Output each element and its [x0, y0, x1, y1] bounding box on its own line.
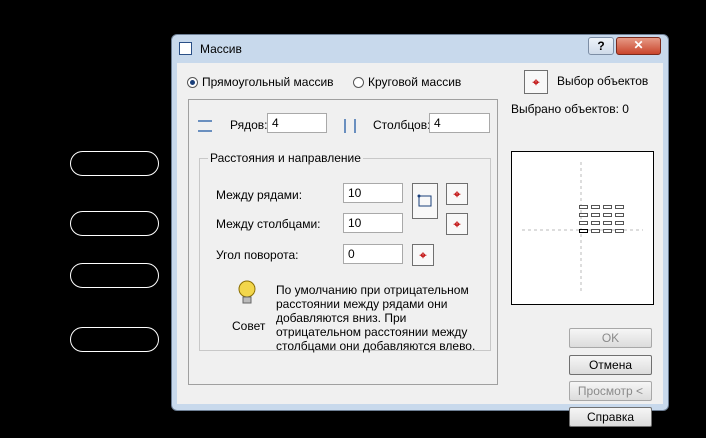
- array-preview: [511, 151, 654, 305]
- col-spacing-label: Между столбцами:: [216, 217, 321, 231]
- select-objects-button[interactable]: ⌖: [524, 70, 548, 94]
- array-dialog: Массив ? ✕ Прямоугольный массив Круговой…: [171, 34, 669, 427]
- preview-cell: [591, 213, 600, 217]
- preview-cell: [579, 213, 588, 217]
- angle-label: Угол поворота:: [216, 248, 299, 262]
- title-bar[interactable]: Массив ? ✕: [172, 35, 668, 61]
- preview-cell: [579, 229, 588, 233]
- cancel-button[interactable]: Отмена: [569, 355, 652, 375]
- columns-input[interactable]: [429, 113, 490, 133]
- preview-cell: [603, 221, 612, 225]
- preview-cell: [615, 213, 624, 217]
- radio-rectangular-label: Прямоугольный массив: [202, 75, 334, 89]
- help-title-button[interactable]: ?: [588, 37, 614, 55]
- radio-rectangular[interactable]: Прямоугольный массив: [187, 75, 334, 89]
- pick-both-offsets-button[interactable]: [412, 183, 438, 219]
- dialog-title: Массив: [200, 42, 242, 56]
- pick-row-offset-button[interactable]: ⌖: [446, 183, 468, 205]
- rows-icon: [198, 120, 212, 132]
- ok-button[interactable]: OK: [569, 328, 652, 348]
- row-spacing-label: Между рядами:: [216, 188, 303, 202]
- drawing-slot-shape: [70, 151, 159, 176]
- col-spacing-input[interactable]: [343, 213, 403, 233]
- selected-count: Выбрано объектов: 0: [511, 102, 629, 116]
- pick-cursor-icon: ⌖: [419, 248, 427, 262]
- pick-cursor-icon: ⌖: [453, 187, 461, 201]
- columns-label: Столбцов:: [373, 118, 431, 132]
- radio-dot-selected[interactable]: [187, 76, 198, 88]
- select-objects-label: Выбор объектов: [557, 74, 649, 88]
- pick-cursor-icon: ⌖: [453, 217, 461, 231]
- array-app-icon: [179, 42, 192, 55]
- radio-dot[interactable]: [353, 76, 364, 88]
- preview-cell: [615, 205, 624, 209]
- drawing-slot-shape: [70, 211, 159, 236]
- preview-cell: [603, 205, 612, 209]
- rows-input[interactable]: [267, 113, 327, 133]
- rect-array-panel: Рядов: Столбцов: Расстояния и направлени…: [188, 99, 498, 385]
- radio-polar[interactable]: Круговой массив: [353, 75, 461, 89]
- tip-text: По умолчанию при отрицательном расстояни…: [276, 283, 476, 353]
- dialog-client: Прямоугольный массив Круговой массив ⌖ В…: [177, 63, 663, 427]
- tip-label: Совет: [232, 319, 266, 333]
- preview-button[interactable]: Просмотр <: [569, 381, 652, 401]
- preview-cell: [579, 205, 588, 209]
- pick-column-offset-button[interactable]: ⌖: [446, 213, 468, 235]
- angle-input[interactable]: [343, 244, 403, 264]
- preview-cell: [579, 221, 588, 225]
- columns-icon: [344, 119, 356, 133]
- preview-cell: [615, 229, 624, 233]
- pick-cursor-icon: ⌖: [532, 75, 540, 89]
- radio-polar-label: Круговой массив: [368, 75, 462, 89]
- unit-cell-icon: [417, 194, 432, 207]
- close-button[interactable]: ✕: [616, 37, 661, 55]
- preview-cell: [591, 221, 600, 225]
- rows-label: Рядов:: [230, 118, 268, 132]
- offset-direction-group: Расстояния и направление Между рядами: М…: [199, 151, 491, 353]
- preview-cell: [591, 229, 600, 233]
- preview-cell: [591, 205, 600, 209]
- row-spacing-input[interactable]: [343, 183, 403, 203]
- pick-angle-button[interactable]: ⌖: [412, 244, 434, 266]
- drawing-slot-shape: [70, 327, 159, 352]
- preview-cell: [603, 229, 612, 233]
- group-title: Расстояния и направление: [208, 151, 363, 165]
- help-button[interactable]: Справка: [569, 407, 652, 427]
- drawing-slot-shape: [70, 263, 159, 288]
- lightbulb-icon: [238, 280, 256, 304]
- preview-cell: [615, 221, 624, 225]
- preview-cell: [603, 213, 612, 217]
- preview-grid: [522, 162, 643, 294]
